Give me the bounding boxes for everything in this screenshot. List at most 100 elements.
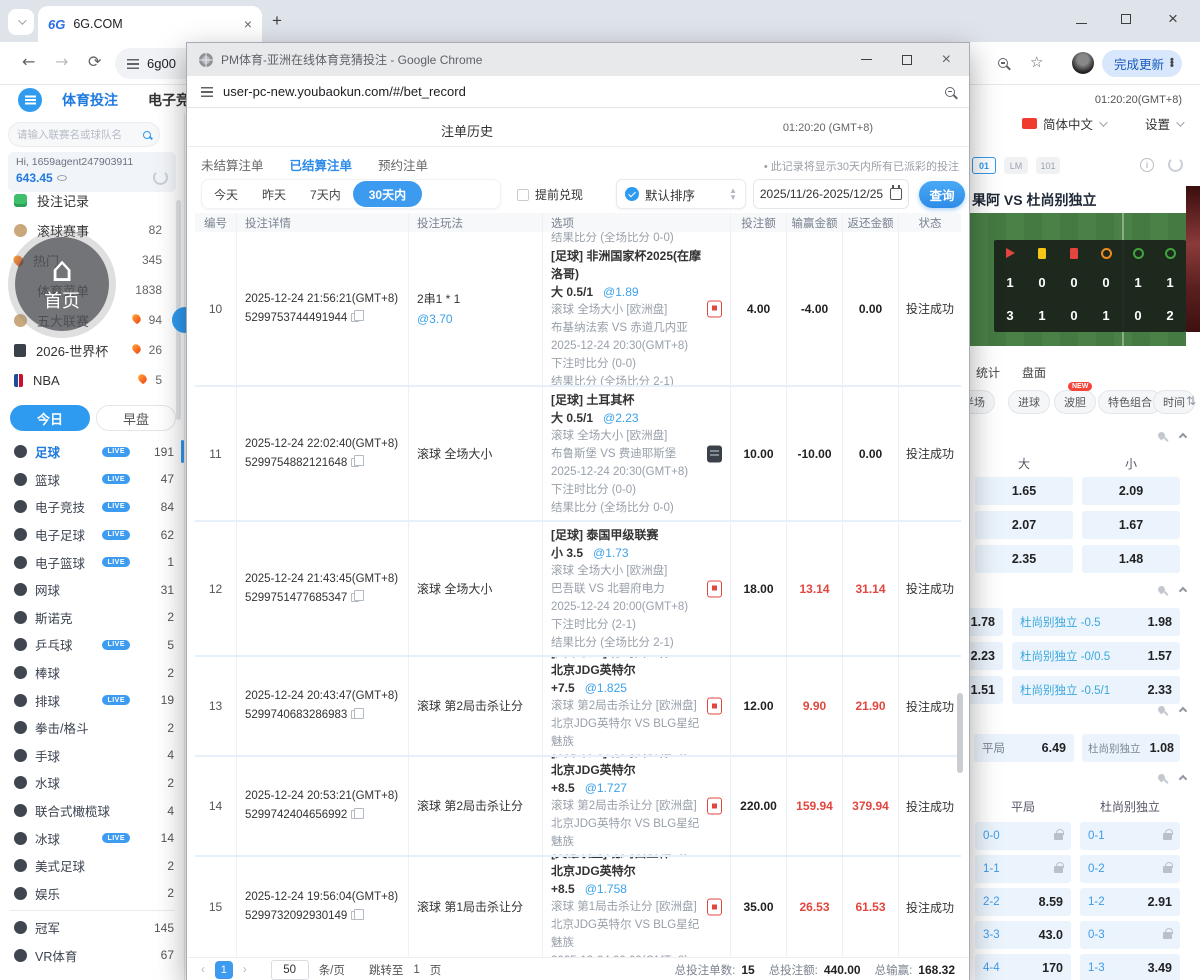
popup-maximize-button[interactable] — [901, 54, 912, 65]
sidebar-sport-电子篮球[interactable]: 电子篮球 LIVE 1 — [0, 548, 184, 576]
correct-score-cell[interactable]: 4-4 170 — [975, 954, 1071, 980]
collapse-icon[interactable] — [1178, 774, 1188, 784]
collapse-icon[interactable] — [1178, 432, 1188, 442]
sidebar-sport-斯诺克[interactable]: 斯诺克 2 — [0, 604, 184, 632]
browser-menu-icon[interactable]: • • • — [1170, 55, 1174, 72]
sidebar-sport-冰球[interactable]: 冰球 LIVE 14 — [0, 824, 184, 852]
sidebar-sport-棒球[interactable]: 棒球 2 — [0, 659, 184, 687]
popup-titlebar[interactable]: PM体育-亚洲在线体育竞猜投注 - Google Chrome × — [187, 43, 969, 76]
correct-score-cell[interactable]: 0-1 — [1080, 822, 1180, 850]
sidebar-sport-娱乐[interactable]: 娱乐 2 — [0, 880, 184, 908]
copy-icon[interactable] — [351, 908, 365, 920]
1x2-draw[interactable]: 平局 6.49 — [974, 734, 1074, 762]
1x2-away[interactable]: 杜尚别独立 1.08 — [1082, 734, 1180, 762]
live-match-icon[interactable] — [707, 797, 722, 815]
sidebar-sport-联合式橄榄球[interactable]: 联合式橄榄球 4 — [0, 797, 184, 825]
live-match-icon[interactable] — [707, 697, 722, 715]
tab-unsettled[interactable]: 未结算注单 — [201, 155, 264, 182]
pill-进球[interactable]: 进球 — [1008, 390, 1050, 414]
collapse-icon[interactable] — [1178, 586, 1188, 596]
odds-over[interactable]: 2.35 — [975, 545, 1073, 573]
sidebar-item-滚球赛事[interactable]: 滚球赛事 82 — [0, 215, 176, 245]
prev-page-button[interactable]: ‹ — [201, 964, 205, 976]
search-button[interactable]: 查询 — [919, 181, 965, 208]
tab-settled[interactable]: 已结算注单 — [289, 155, 353, 182]
tab-close-icon[interactable]: × — [244, 16, 252, 32]
sidebar-item-2026-世界杯[interactable]: 2026-世界杯 26 — [0, 335, 176, 365]
correct-score-cell[interactable]: 1-3 3.49 — [1080, 954, 1180, 980]
live-match-icon[interactable] — [707, 580, 722, 597]
sidebar-sport-手球[interactable]: 手球 4 — [0, 742, 184, 770]
correct-score-cell[interactable]: 0-0 — [975, 822, 1071, 850]
filter-今天[interactable]: 今天 — [202, 186, 250, 203]
new-tab-button[interactable]: + — [272, 11, 282, 31]
profile-avatar[interactable] — [1072, 52, 1094, 74]
odds-over[interactable]: 1.65 — [975, 477, 1073, 505]
tab-reserved[interactable]: 预约注单 — [378, 155, 428, 182]
correct-score-cell[interactable]: 2-2 8.59 — [975, 888, 1071, 916]
odds-handicap-away[interactable]: 杜尚别独立 -0/0.5 1.57 — [1012, 642, 1180, 670]
pin-icon[interactable] — [1156, 584, 1167, 595]
popup-site-settings-icon[interactable] — [201, 86, 213, 97]
tab-lineup[interactable]: 01 — [972, 157, 996, 174]
tab-stats[interactable]: 统计 — [976, 364, 1000, 381]
pin-icon[interactable] — [1156, 430, 1167, 441]
widget-refresh-icon[interactable] — [1168, 157, 1183, 172]
filter-昨天[interactable]: 昨天 — [250, 186, 298, 203]
checkbox-icon[interactable] — [517, 188, 529, 201]
back-icon[interactable]: ← — [22, 52, 35, 71]
popup-close-button[interactable]: × — [942, 51, 951, 69]
site-settings-icon[interactable] — [127, 58, 139, 69]
pin-icon[interactable] — [1156, 704, 1167, 715]
sidebar-sport-足球[interactable]: 足球 LIVE 191 — [0, 438, 184, 466]
sidebar-sport-VR体育[interactable]: VR体育 67 — [0, 942, 184, 970]
collapse-icon[interactable] — [1178, 706, 1188, 716]
copy-icon[interactable] — [351, 707, 365, 719]
next-page-button[interactable]: › — [243, 964, 247, 976]
sidebar-sport-乒乓球[interactable]: 乒乓球 LIVE 5 — [0, 631, 184, 659]
sidebar-sport-排球[interactable]: 排球 LIVE 19 — [0, 686, 184, 714]
window-maximize-button[interactable] — [1121, 12, 1131, 27]
odds-under[interactable]: 2.09 — [1082, 477, 1180, 505]
sidebar-sport-电子竞技[interactable]: 电子竞技 LIVE 84 — [0, 493, 184, 521]
pin-icon[interactable] — [1156, 772, 1167, 783]
live-match-icon[interactable] — [707, 300, 722, 317]
sidebar-sport-拳击/格斗[interactable]: 拳击/格斗 2 — [0, 714, 184, 742]
reload-icon[interactable]: ⟳ — [88, 52, 101, 71]
sidebar-sport-网球[interactable]: 网球 31 — [0, 576, 184, 604]
page-number-button[interactable]: 1 — [214, 960, 233, 979]
tab-markets[interactable]: 盘面 — [1022, 364, 1046, 381]
copy-icon[interactable] — [351, 807, 365, 819]
sidebar-item-投注记录[interactable]: 投注记录 — [0, 185, 176, 215]
sidebar-sport-冠军[interactable]: 冠军 145 — [0, 914, 184, 942]
hamburger-menu-icon[interactable] — [18, 88, 42, 112]
language-selector[interactable]: 简体中文 — [1021, 114, 1108, 133]
popup-scrollbar[interactable] — [957, 693, 963, 773]
update-button[interactable]: 完成更新 • • • — [1102, 50, 1182, 77]
copy-icon[interactable] — [351, 455, 365, 467]
correct-score-cell[interactable]: 0-3 — [1080, 921, 1180, 949]
sort-icon[interactable]: ⇅ — [1186, 394, 1196, 408]
window-close-button[interactable]: × — [1168, 9, 1178, 29]
correct-score-cell[interactable]: 1-1 — [975, 855, 1071, 883]
popup-url-bar[interactable]: user-pc-new.youbaokun.com/#/bet_record — [187, 76, 969, 108]
window-minimize-button[interactable] — [1076, 12, 1087, 27]
bookmark-star-icon[interactable]: ☆ — [1030, 53, 1043, 71]
cashout-checkbox[interactable]: 提前兑现 — [517, 186, 583, 203]
copy-icon[interactable] — [351, 310, 365, 322]
popup-zoom-icon[interactable] — [945, 86, 955, 97]
pill-波胆[interactable]: 波胆 — [1054, 390, 1096, 414]
odds-over[interactable]: 2.07 — [975, 511, 1073, 539]
stats-match-icon[interactable] — [707, 445, 722, 462]
popup-minimize-button[interactable] — [860, 58, 872, 61]
refresh-balance-icon[interactable] — [153, 170, 168, 185]
eye-icon[interactable] — [56, 174, 67, 181]
odds-under[interactable]: 1.48 — [1082, 545, 1180, 573]
filter-30天内[interactable]: 30天内 — [352, 181, 423, 207]
odds-handicap-away[interactable]: 杜尚别独立 -0.5 1.98 — [1012, 608, 1180, 636]
info-icon[interactable]: i — [1140, 158, 1154, 172]
search-input[interactable]: 请输入联赛名或球队名 — [8, 122, 160, 147]
correct-score-cell[interactable]: 1-2 2.91 — [1080, 888, 1180, 916]
copy-icon[interactable] — [351, 590, 365, 602]
live-match-icon[interactable] — [707, 898, 722, 916]
